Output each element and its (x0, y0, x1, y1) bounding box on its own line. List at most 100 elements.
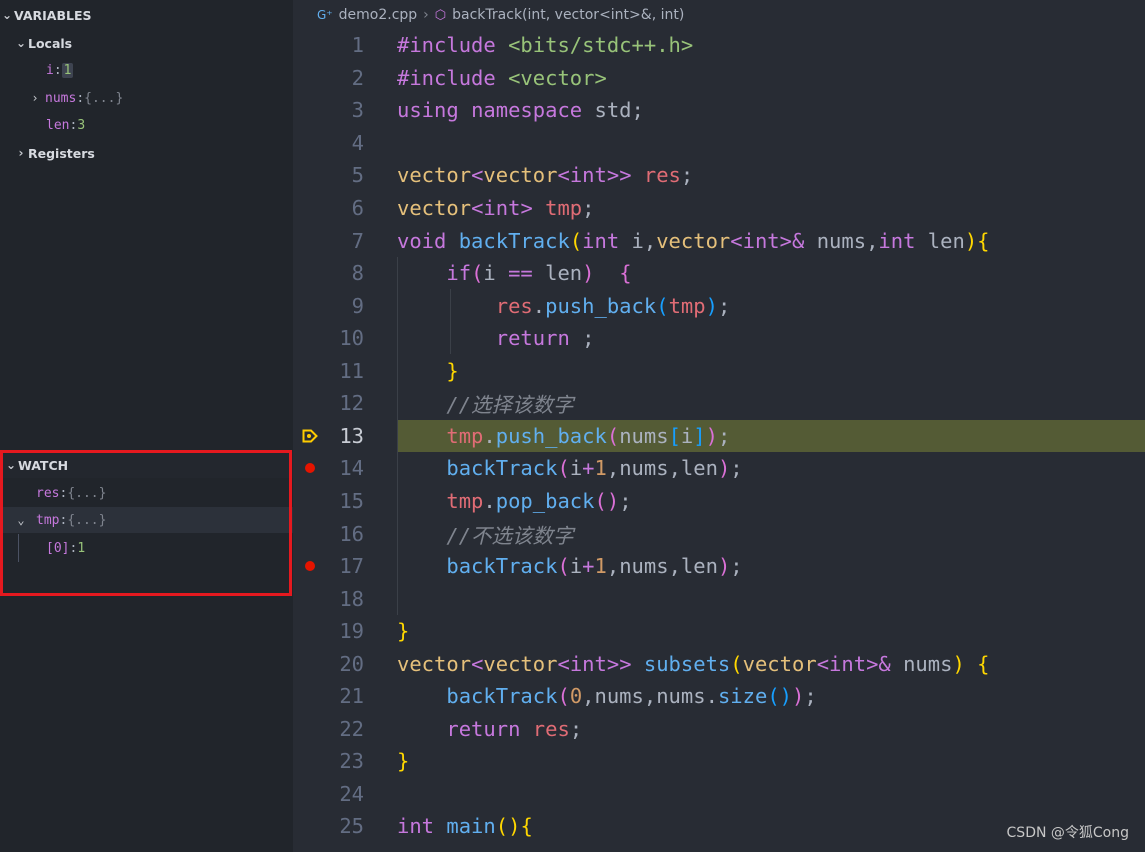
line-number[interactable]: 19 (293, 619, 364, 643)
line-number[interactable]: 22 (293, 717, 364, 741)
code-line[interactable]: 12 //选择该数字 (293, 387, 1145, 420)
line-number[interactable]: 10 (293, 326, 364, 350)
indent-guide (450, 289, 451, 355)
registers-label: Registers (28, 145, 95, 161)
code-line[interactable]: 15 tmp.pop_back(); (293, 485, 1145, 518)
watermark: CSDN @令狐Cong (1006, 825, 1129, 841)
line-number[interactable]: 7 (293, 229, 364, 253)
code-text: res.push_back(tmp); (495, 293, 731, 318)
chevron-down-icon: ⌄ (1, 8, 13, 22)
line-number[interactable]: 2 (293, 66, 364, 90)
code-text: } (446, 358, 459, 383)
variables-header[interactable]: ⌄ VARIABLES (0, 2, 293, 28)
code-line[interactable]: 11 } (293, 355, 1145, 388)
code-line[interactable]: 13 tmp.push_back(nums[i]); (302, 419, 1145, 453)
code-line[interactable]: 23} (293, 745, 1145, 778)
code-text: int main(){ (397, 814, 533, 839)
method-cube-icon: ⬡ (434, 7, 447, 23)
code-line[interactable]: 22 return res; (293, 713, 1145, 746)
code-line[interactable]: 1 #include <bits/stdc++.h> (293, 29, 1145, 62)
code-line[interactable]: 9 res.push_back(tmp); (293, 289, 1145, 322)
line-number[interactable]: 11 (293, 359, 364, 383)
code-text: void backTrack(int i,vector<int>& nums,i… (397, 228, 990, 253)
code-text: using namespace std; (397, 98, 644, 123)
breadcrumb-file[interactable]: demo2.cpp (339, 7, 418, 23)
line-number[interactable]: 24 (293, 782, 364, 806)
code-text: //选择该数字 (446, 393, 574, 418)
code-line[interactable]: 3 using namespace std; (293, 94, 1145, 127)
line-number[interactable]: 12 (293, 391, 364, 415)
code-line[interactable]: 17 backTrack(i+1,nums,len); (293, 550, 1145, 583)
code-line[interactable]: 18 (293, 582, 1145, 615)
variables-title: VARIABLES (14, 7, 92, 23)
variable-value: 1 (61, 62, 74, 78)
line-number[interactable]: 9 (293, 294, 364, 318)
line-number[interactable]: 25 (293, 814, 364, 838)
code-line[interactable]: 2 #include <vector> (293, 62, 1145, 95)
variable-name: nums (45, 90, 77, 106)
code-editor[interactable]: G⁺ demo2.cpp › ⬡ backTrack(int, vector<i… (293, 0, 1145, 852)
line-number[interactable]: 6 (293, 196, 364, 220)
code-line[interactable]: 20 vector<vector<int>> subsets(vector<int… (293, 647, 1145, 680)
chevron-right-icon: › (18, 146, 24, 160)
breadcrumb: G⁺ demo2.cpp › ⬡ backTrack(int, vector<i… (293, 0, 1145, 30)
code-text: } (397, 619, 410, 644)
variable-row-i[interactable]: i: 1 (0, 57, 339, 83)
line-number[interactable]: 3 (293, 98, 364, 122)
code-line[interactable]: 5 vector<vector<int>> res; (293, 159, 1145, 192)
line-number[interactable]: 18 (293, 587, 364, 611)
line-number[interactable]: 4 (293, 131, 364, 155)
breadcrumb-symbol[interactable]: backTrack(int, vector<int>&, int) (452, 7, 684, 23)
code-text: backTrack(i+1,nums,len); (446, 554, 743, 579)
variable-value: 3 (77, 117, 86, 133)
line-number[interactable]: 20 (293, 652, 364, 676)
code-text: vector<vector<int>> subsets(vector<int>&… (397, 651, 990, 676)
code-line[interactable]: 14 backTrack(i+1,nums,len); (293, 452, 1145, 485)
chevron-down-icon: ⌄ (15, 36, 27, 50)
code-text: } (397, 749, 410, 774)
code-text: return ; (495, 326, 595, 351)
variable-name: i (46, 62, 54, 78)
code-text: vector<int> tmp; (397, 196, 595, 220)
locals-group[interactable]: ⌄ Locals (0, 30, 307, 56)
code-line[interactable]: 6 vector<int> tmp; (293, 192, 1145, 225)
line-number[interactable]: 8 (293, 261, 364, 285)
code-text: vector<vector<int>> res; (397, 163, 694, 188)
code-text: backTrack(i+1,nums,len); (446, 456, 743, 481)
variable-row-nums[interactable]: › nums: {...} (0, 85, 321, 111)
line-number[interactable]: 15 (293, 489, 364, 513)
line-number[interactable]: 21 (293, 684, 364, 708)
code-text: #include <vector> (397, 65, 607, 90)
indent-guide (397, 256, 398, 615)
variable-row-len[interactable]: len: 3 (0, 112, 339, 138)
cpp-file-icon: G⁺ (317, 8, 333, 22)
code-line[interactable]: 10 return ; (293, 322, 1145, 355)
code-line[interactable]: 19} (293, 615, 1145, 648)
code-text: backTrack(0,nums,nums.size()); (446, 684, 817, 709)
code-text: //不选该数字 (446, 523, 574, 548)
code-text: #include <bits/stdc++.h> (397, 33, 694, 58)
code-text: return res; (446, 716, 583, 741)
line-number[interactable]: 17 (293, 554, 364, 578)
line-number[interactable]: 23 (293, 749, 364, 773)
code-text: if(i == len) { (446, 261, 632, 286)
chevron-right-icon: › (31, 91, 39, 105)
line-number[interactable]: 14 (293, 456, 364, 480)
line-number[interactable]: 1 (293, 33, 364, 57)
code-text: tmp.push_back(nums[i]); (446, 423, 731, 448)
code-line[interactable]: 16 //不选该数字 (293, 517, 1145, 550)
locals-label: Locals (28, 35, 73, 51)
code-line[interactable]: 7 void backTrack(int i,vector<int>& nums,… (293, 224, 1145, 257)
line-number[interactable]: 16 (293, 522, 364, 546)
breakpoint-icon[interactable] (305, 561, 315, 572)
variable-name: len (46, 117, 70, 133)
code-line[interactable]: 24 (293, 778, 1145, 811)
code-line[interactable]: 4 (293, 127, 1145, 160)
code-line[interactable]: 8 if(i == len) { (293, 257, 1145, 290)
line-number[interactable]: 5 (293, 163, 364, 187)
current-line-arrow-icon[interactable] (302, 429, 318, 443)
registers-group[interactable]: › Registers (0, 140, 307, 166)
code-line[interactable]: 21 backTrack(0,nums,nums.size()); (293, 680, 1145, 713)
watch-highlight-box (0, 450, 292, 596)
chevron-right-icon: › (423, 7, 429, 23)
